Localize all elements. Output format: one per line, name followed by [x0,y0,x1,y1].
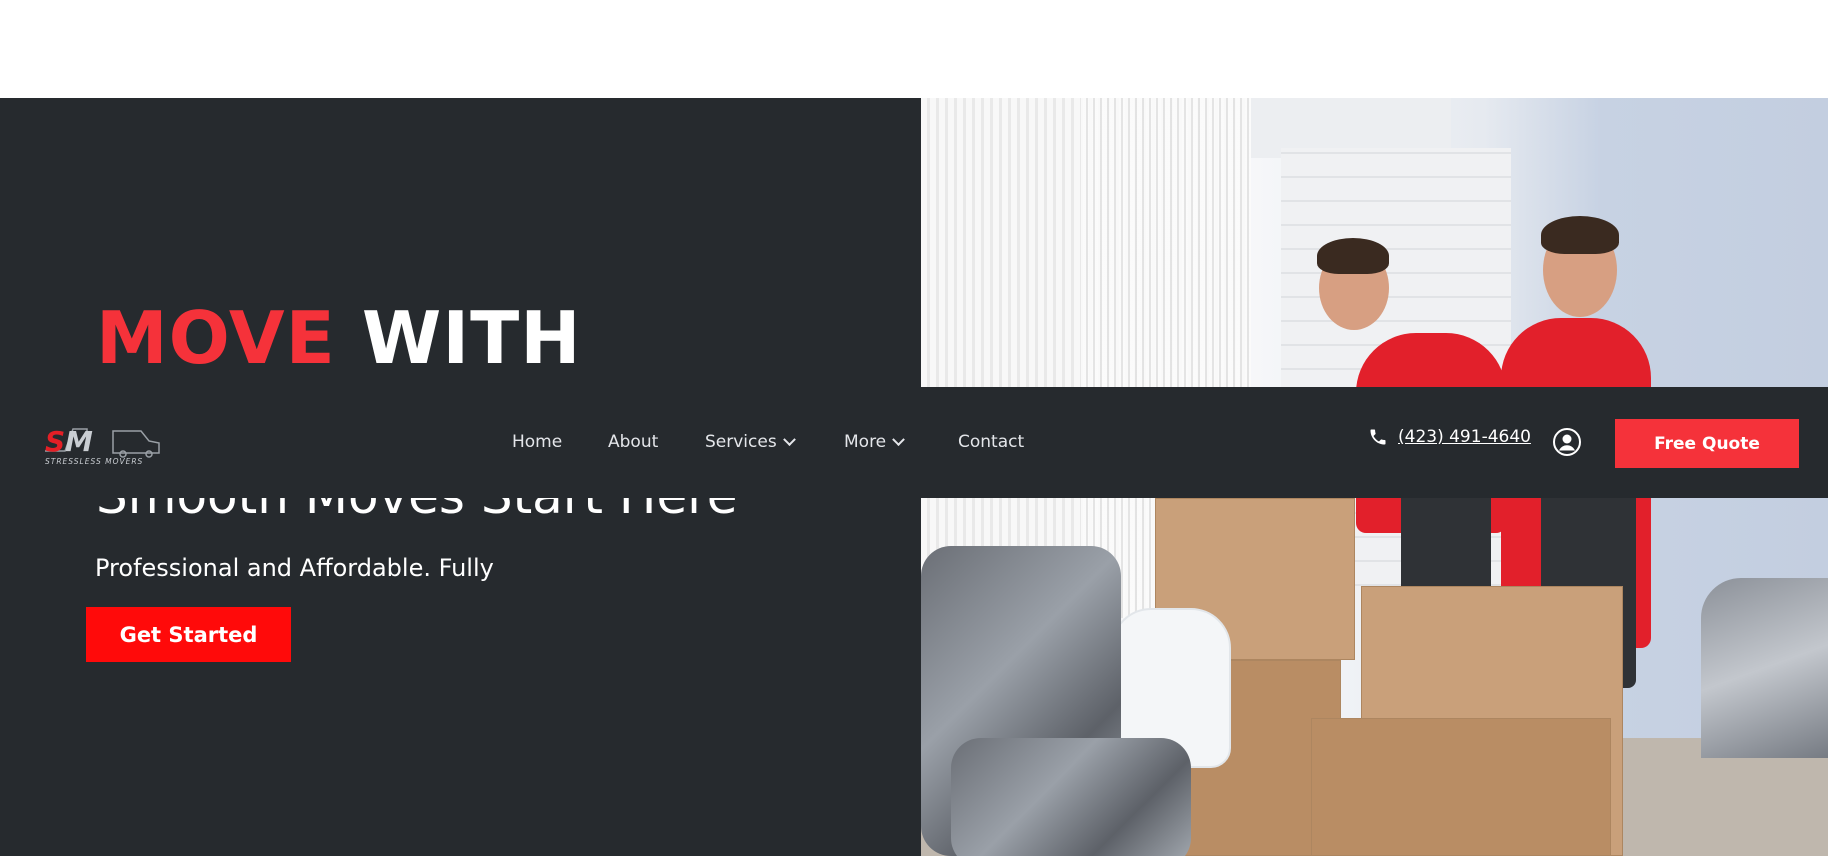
logo-tagline: STRESSLESS MOVERS [45,457,143,466]
get-started-button[interactable]: Get Started [86,607,291,662]
wrapped-bed [1701,578,1828,758]
phone-icon [1370,429,1386,445]
nav-home-label: Home [512,432,563,452]
hero-headline-red: MOVE [96,296,336,380]
chevron-down-icon [892,432,906,446]
main-navbar: S M STRESSLESS MOVERS Home About Service… [0,387,1828,498]
free-quote-button[interactable]: Free Quote [1615,419,1799,468]
nav-contact[interactable]: Contact [958,427,1024,457]
logo-letter-s: S [45,425,65,458]
nav-services[interactable]: Services [705,427,796,457]
company-logo[interactable]: S M STRESSLESS MOVERS [43,421,163,467]
logo-letter-m: M [65,425,93,458]
nav-services-label: Services [705,432,777,452]
phone-number-link[interactable]: (423) 491-4640 [1398,427,1531,447]
user-account-icon[interactable] [1552,427,1582,457]
nav-about-label: About [608,432,659,452]
hero-headline-white: WITH [361,296,582,380]
nav-more[interactable]: More [844,427,906,457]
page-top-blank [0,0,1828,98]
nav-about[interactable]: About [608,427,658,457]
chevron-down-icon [782,432,796,446]
nav-contact-label: Contact [958,432,1025,452]
nav-home[interactable]: Home [512,427,562,457]
phone-contact[interactable]: (423) 491-4640 [1368,427,1531,447]
hero-headline: MOVE WITH [96,298,581,378]
nav-more-label: More [844,432,887,452]
hero-lead-text: Professional and Affordable. Fully [95,554,494,582]
